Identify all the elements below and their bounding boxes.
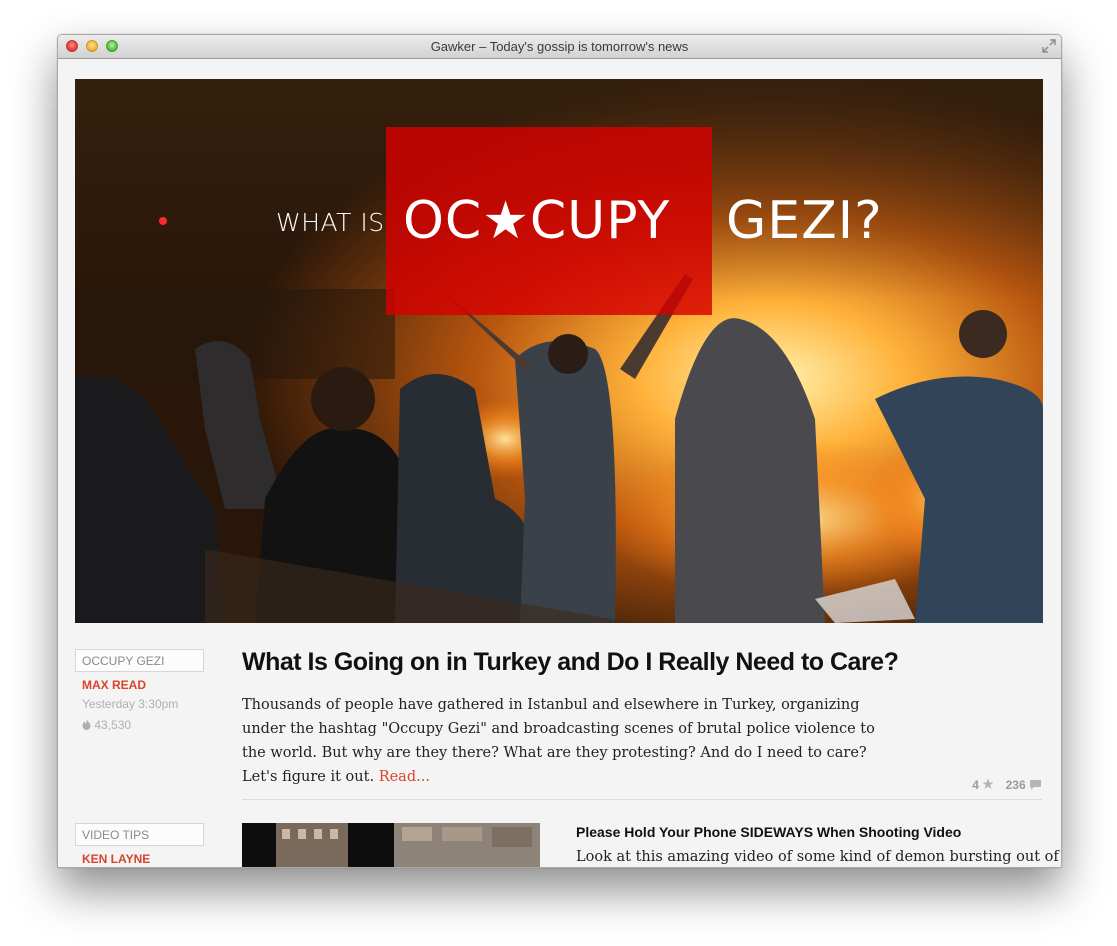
comment-count: 236 [1005,778,1026,792]
window-title: Gawker – Today's gossip is tomorrow's ne… [430,39,689,54]
star-icon[interactable] [982,778,994,790]
hero-title-prefix: WHAT IS [276,208,385,237]
category-tag[interactable]: VIDEO TIPS [75,823,204,846]
hero-feature-image[interactable]: WHAT IS OC★CUPY GEZI? [75,79,1043,623]
hero-title-gezi: GEZI? [726,191,883,251]
post-timestamp: Yesterday 3:30pm [82,697,179,711]
article-headline[interactable]: Please Hold Your Phone SIDEWAYS When Sho… [576,824,961,840]
read-more-link[interactable]: Read... [379,769,430,785]
article-divider [242,799,1042,800]
view-count-value: 43,530 [94,718,132,732]
flame-icon [82,719,91,730]
article-headline[interactable]: What Is Going on in Turkey and Do I Real… [242,648,899,677]
article-excerpt: Thousands of people have gathered in Ist… [242,693,902,789]
category-tag[interactable]: OCCUPY GEZI [75,649,204,672]
article-excerpt-text: Thousands of people have gathered in Ist… [242,697,875,785]
video-thumbnail-image [242,823,540,867]
browser-window: Gawker – Today's gossip is tomorrow's ne… [57,34,1062,868]
title-bar: Gawker – Today's gossip is tomorrow's ne… [58,35,1061,59]
fullscreen-icon[interactable] [1042,39,1056,53]
video-thumbnail[interactable] [242,823,540,867]
author-link[interactable]: MAX READ [82,678,146,692]
view-count: 43,530 [82,718,131,732]
like-count: 4 [972,778,979,792]
article-stats: 4 236 [969,778,1042,792]
hero-title-occupy: OC★CUPY [403,191,671,251]
comment-bubble-icon[interactable] [1029,779,1042,790]
author-link[interactable]: KEN LAYNE [82,852,150,866]
article-excerpt: Look at this amazing video of some kind … [576,849,1062,865]
